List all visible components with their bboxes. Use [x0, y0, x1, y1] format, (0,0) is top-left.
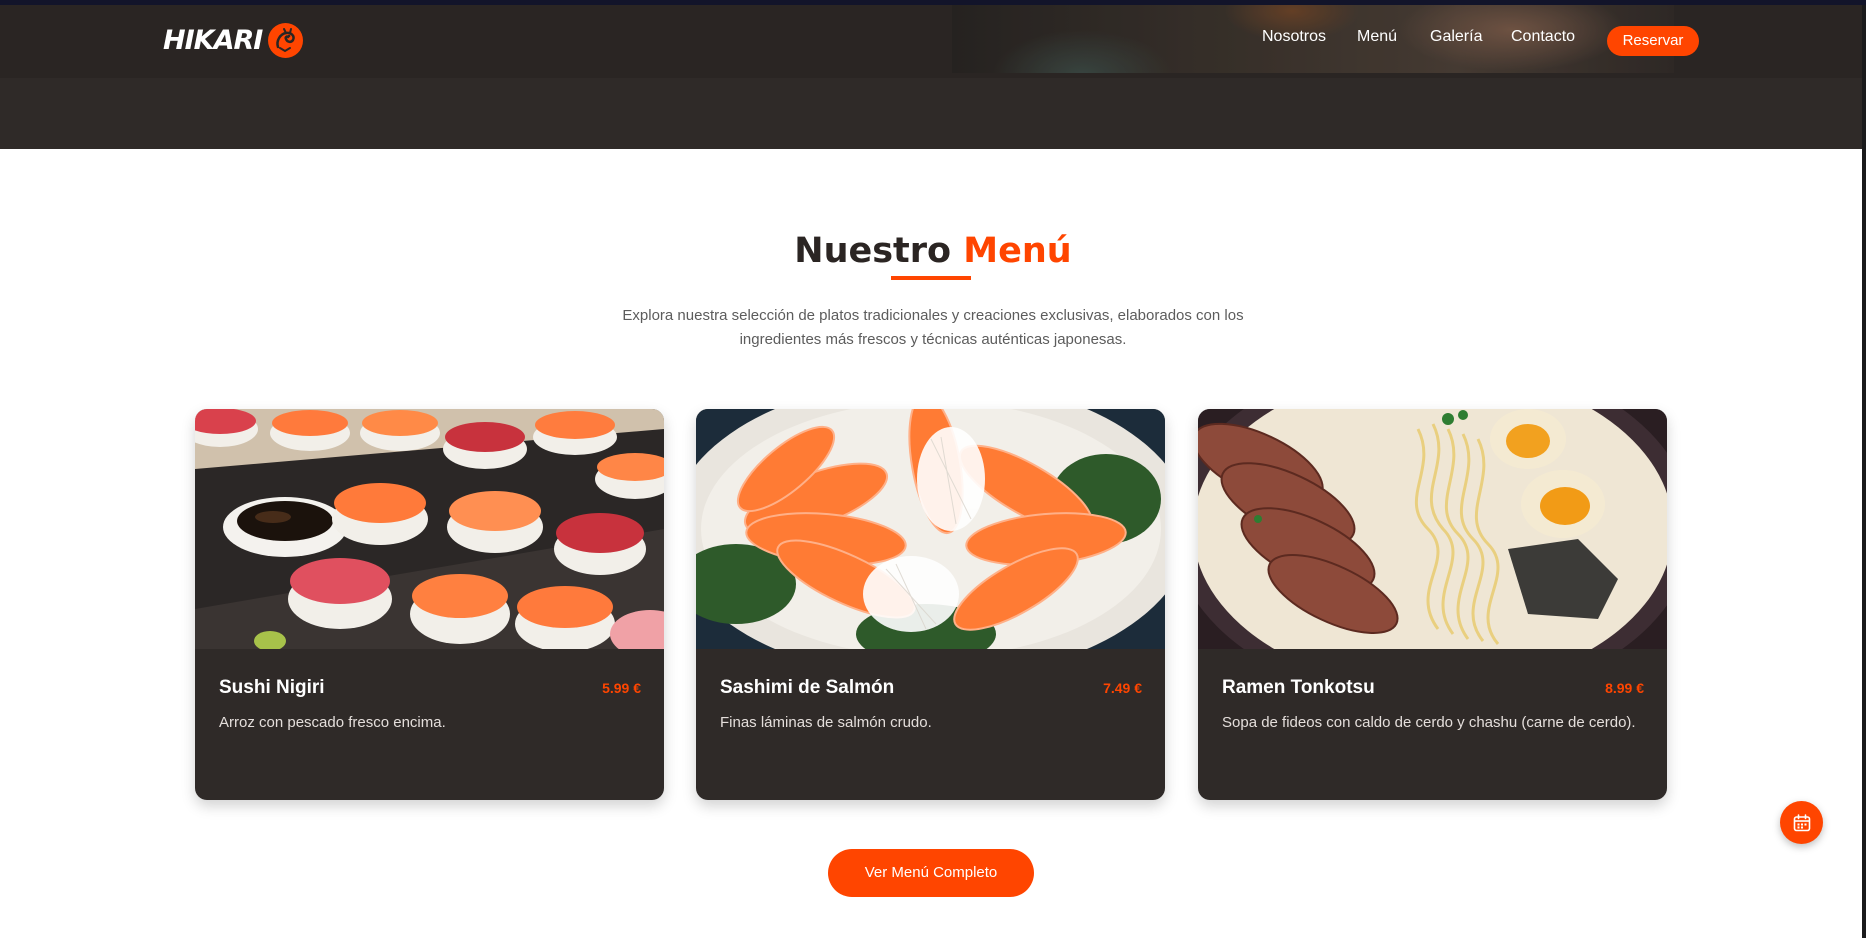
dish-image-sushi-nigiri [195, 409, 664, 649]
reservation-fab[interactable] [1780, 801, 1823, 844]
nav-link-nosotros[interactable]: Nosotros [1262, 25, 1326, 49]
intro-line-2: ingredientes más frescos y técnicas auté… [739, 331, 1127, 348]
dish-card: Ramen Tonkotsu 8.99 € Sopa de fideos con… [1198, 409, 1667, 800]
view-full-menu-button[interactable]: Ver Menú Completo [828, 849, 1034, 897]
logo-text: HIKARI [163, 24, 263, 56]
dish-price: 8.99 € [1605, 680, 1644, 696]
title-underline [891, 276, 971, 280]
section-title-main: Nuestro [794, 231, 952, 271]
site-logo[interactable]: HIKARI [163, 22, 304, 58]
dragon-icon [268, 22, 304, 58]
dish-description: Finas láminas de salmón crudo. [720, 714, 932, 731]
nav-link-contacto[interactable]: Contacto [1511, 25, 1575, 49]
dish-price: 5.99 € [602, 680, 641, 696]
header-band [0, 78, 1862, 149]
section-title: Nuestro Menú [633, 228, 1233, 274]
section-title-accent: Menú [963, 231, 1072, 271]
nav-link-galeria[interactable]: Galería [1430, 25, 1482, 49]
dish-price: 7.49 € [1103, 680, 1142, 696]
reserve-button[interactable]: Reservar [1607, 26, 1699, 56]
dish-card: Sushi Nigiri 5.99 € Arroz con pescado fr… [195, 409, 664, 800]
window-edge [1862, 5, 1866, 938]
dish-image-sashimi-salmon [696, 409, 1165, 649]
dish-name: Sashimi de Salmón [720, 677, 895, 698]
dish-image-ramen-tonkotsu [1198, 409, 1667, 649]
nav-link-menu[interactable]: Menú [1357, 25, 1397, 49]
calendar-icon [1793, 813, 1810, 831]
dish-description: Sopa de fideos con caldo de cerdo y chas… [1222, 714, 1636, 731]
dish-name: Sushi Nigiri [219, 677, 325, 698]
dish-name: Ramen Tonkotsu [1222, 677, 1375, 698]
dish-card: Sashimi de Salmón 7.49 € Finas láminas d… [696, 409, 1165, 800]
intro-line-1: Explora nuestra selección de platos trad… [622, 307, 1244, 324]
section-intro: Explora nuestra selección de platos trad… [598, 304, 1268, 352]
dish-description: Arroz con pescado fresco encima. [219, 714, 446, 731]
